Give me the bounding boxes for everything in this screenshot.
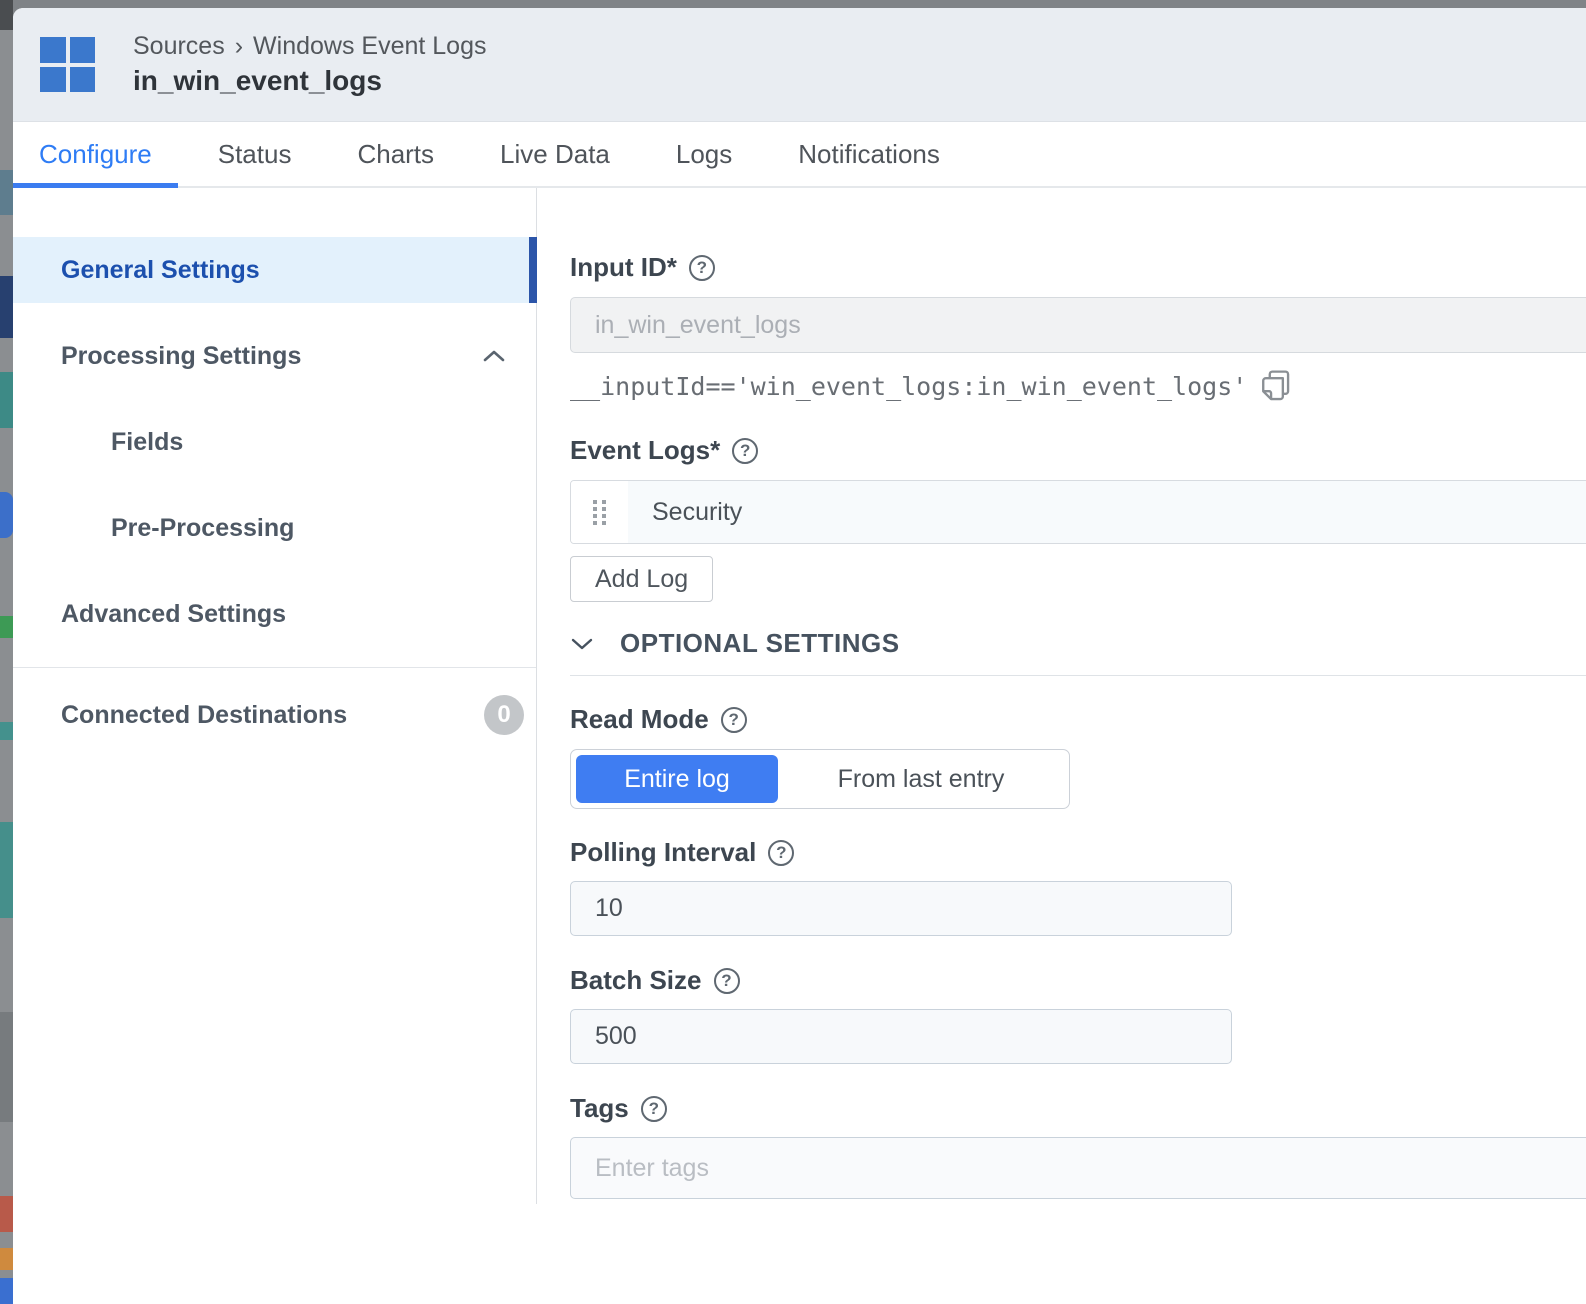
breadcrumb-current: Windows Event Logs — [253, 32, 486, 61]
tab-configure[interactable]: Configure — [13, 122, 178, 186]
batch-size-field[interactable] — [570, 1009, 1232, 1064]
background-fragment — [0, 822, 13, 918]
dimmed-background-page — [0, 0, 13, 1304]
chevron-up-icon — [482, 348, 506, 364]
event-log-row: Security — [570, 480, 1586, 544]
tab-notifications[interactable]: Notifications — [772, 122, 966, 186]
read-mode-segmented-control: Entire log From last entry — [570, 749, 1070, 809]
tab-live-data[interactable]: Live Data — [474, 122, 636, 186]
section-divider — [570, 675, 1586, 676]
sidebar-item-advanced-settings[interactable]: Advanced Settings — [13, 581, 536, 647]
tab-charts[interactable]: Charts — [331, 122, 460, 186]
background-fragment — [0, 170, 13, 215]
sidebar-item-label: Connected Destinations — [61, 701, 347, 730]
panel-header: Sources › Windows Event Logs in_win_even… — [13, 8, 1586, 122]
general-settings-form: Input ID* ? __inputId=='win_event_logs:i… — [537, 188, 1586, 1199]
sidebar-item-label: Fields — [111, 428, 183, 457]
tags-label: Tags — [570, 1093, 629, 1124]
sidebar-item-general-settings[interactable]: General Settings — [13, 237, 536, 303]
background-fragment — [0, 276, 13, 338]
sidebar-item-label: Advanced Settings — [61, 600, 286, 629]
windows-logo-icon — [40, 37, 95, 92]
input-id-expression: __inputId=='win_event_logs:in_win_event_… — [570, 372, 1247, 401]
event-log-value[interactable]: Security — [628, 481, 1586, 543]
breadcrumb-separator: › — [235, 32, 243, 61]
optional-settings-toggle[interactable]: OPTIONAL SETTINGS — [570, 628, 1586, 659]
connected-destinations-count-badge: 0 — [484, 695, 524, 735]
help-icon[interactable]: ? — [768, 840, 794, 866]
read-mode-label: Read Mode — [570, 704, 709, 735]
drag-handle[interactable] — [571, 481, 628, 543]
optional-settings-title: OPTIONAL SETTINGS — [620, 628, 900, 659]
background-fragment — [0, 1248, 13, 1270]
help-icon[interactable]: ? — [714, 968, 740, 994]
help-icon[interactable]: ? — [732, 438, 758, 464]
input-id-field[interactable] — [570, 297, 1586, 353]
background-fragment — [0, 492, 13, 538]
background-fragment — [0, 372, 13, 428]
sidebar-item-label: Processing Settings — [61, 342, 301, 371]
tab-status[interactable]: Status — [192, 122, 318, 186]
drag-dots-icon — [592, 499, 607, 526]
sidebar-item-connected-destinations[interactable]: Connected Destinations 0 — [13, 682, 536, 748]
background-fragment — [0, 1278, 13, 1304]
sidebar-item-processing-settings[interactable]: Processing Settings — [13, 323, 536, 389]
sidebar-item-pre-processing[interactable]: Pre-Processing — [13, 495, 536, 561]
page-title: in_win_event_logs — [133, 65, 487, 97]
background-fragment — [0, 616, 13, 638]
batch-size-label: Batch Size — [570, 965, 702, 996]
background-fragment — [0, 722, 13, 740]
help-icon[interactable]: ? — [689, 255, 715, 281]
tab-bar: Configure Status Charts Live Data Logs N… — [13, 122, 1586, 188]
breadcrumb-sources-link[interactable]: Sources — [133, 32, 225, 61]
background-fragment — [0, 1196, 13, 1232]
sidebar-divider — [13, 667, 536, 668]
help-icon[interactable]: ? — [641, 1096, 667, 1122]
input-id-label: Input ID* — [570, 252, 677, 283]
tab-logs[interactable]: Logs — [650, 122, 758, 186]
tags-field[interactable] — [570, 1137, 1586, 1199]
breadcrumb: Sources › Windows Event Logs — [133, 32, 487, 61]
copy-icon[interactable] — [1259, 369, 1291, 403]
read-mode-option-entire-log[interactable]: Entire log — [576, 755, 778, 803]
background-fragment — [0, 1012, 13, 1122]
help-icon[interactable]: ? — [721, 707, 747, 733]
sidebar-item-label: Pre-Processing — [111, 514, 294, 543]
settings-sidebar: General Settings Processing Settings Fie… — [13, 188, 537, 1204]
sidebar-item-fields[interactable]: Fields — [13, 409, 536, 475]
background-fragment — [0, 0, 13, 30]
polling-interval-field[interactable] — [570, 881, 1232, 936]
add-log-button[interactable]: Add Log — [570, 556, 713, 602]
event-logs-label: Event Logs* — [570, 435, 720, 466]
polling-interval-label: Polling Interval — [570, 837, 756, 868]
sidebar-item-label: General Settings — [61, 256, 260, 285]
source-config-panel: Sources › Windows Event Logs in_win_even… — [13, 8, 1586, 1304]
read-mode-option-from-last-entry[interactable]: From last entry — [778, 755, 1064, 803]
chevron-down-icon — [570, 636, 594, 652]
